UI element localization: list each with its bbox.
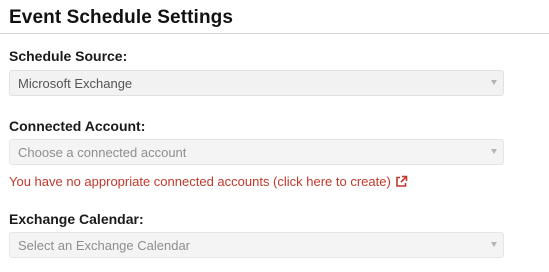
title-divider bbox=[0, 33, 549, 34]
connected-account-label: Connected Account: bbox=[9, 118, 146, 134]
exchange-calendar-placeholder: Select an Exchange Calendar bbox=[18, 238, 191, 253]
chevron-down-icon bbox=[491, 80, 497, 85]
chevron-down-icon bbox=[491, 242, 497, 247]
connected-account-select[interactable]: Choose a connected account bbox=[9, 139, 504, 165]
chevron-down-icon bbox=[491, 149, 497, 154]
schedule-source-select[interactable]: Microsoft Exchange bbox=[9, 70, 504, 96]
schedule-source-label: Schedule Source: bbox=[9, 48, 128, 64]
create-account-link-text: You have no appropriate connected accoun… bbox=[9, 174, 391, 189]
create-connected-account-link[interactable]: You have no appropriate connected accoun… bbox=[9, 174, 408, 189]
page-title: Event Schedule Settings bbox=[9, 7, 234, 28]
exchange-calendar-select[interactable]: Select an Exchange Calendar bbox=[9, 232, 504, 258]
exchange-calendar-label: Exchange Calendar: bbox=[9, 211, 144, 227]
schedule-source-value: Microsoft Exchange bbox=[18, 76, 133, 91]
external-link-icon bbox=[395, 175, 408, 188]
connected-account-placeholder: Choose a connected account bbox=[18, 145, 187, 160]
